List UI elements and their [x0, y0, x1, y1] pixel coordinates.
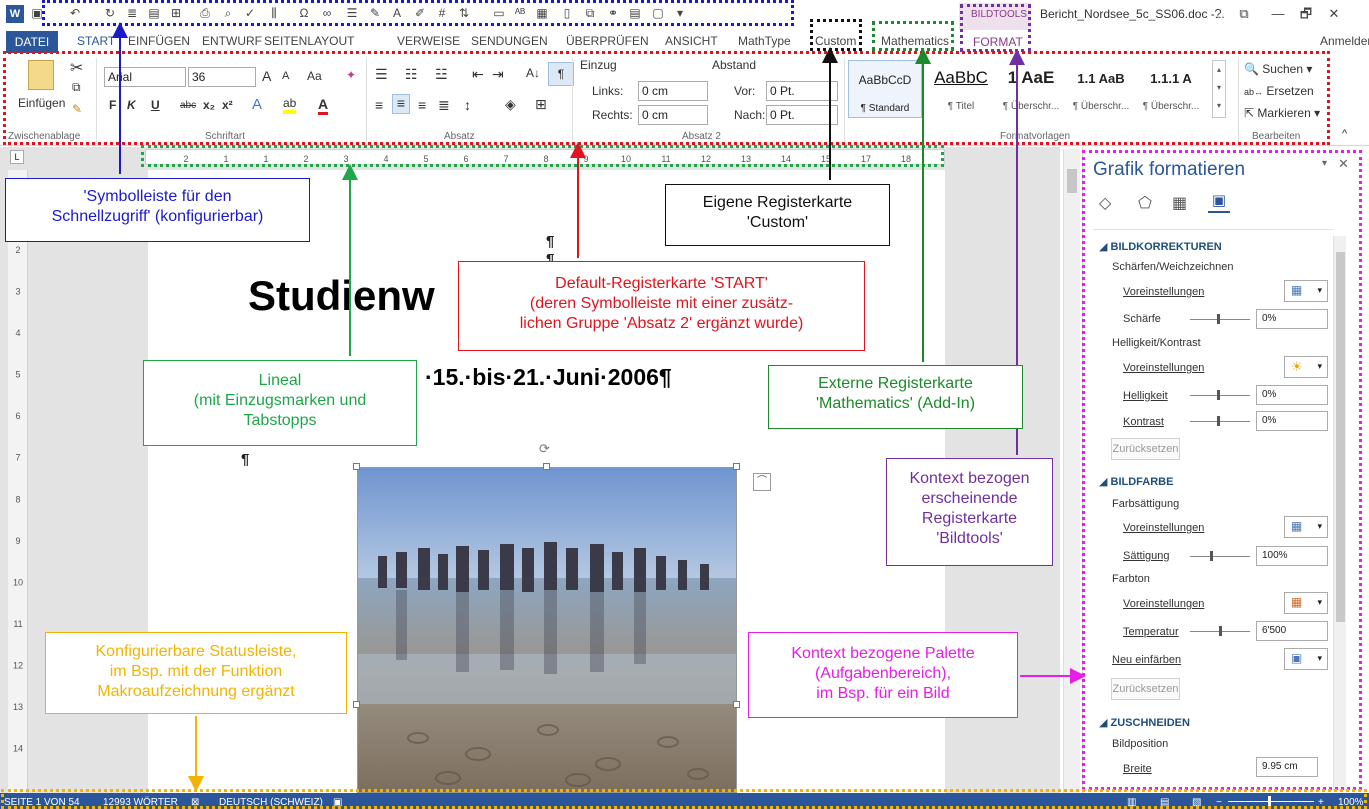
callout-bildtools: Kontext bezogen erscheinende Registerkar… — [886, 458, 1053, 566]
callout-mathematics: Externe Registerkarte 'Mathematics' (Add… — [768, 365, 1023, 429]
callout-start: Default-Registerkarte 'START' (deren Sym… — [458, 261, 865, 351]
callout-qat: 'Symbolleiste für den Schnellzugriff' (k… — [5, 178, 310, 242]
callout-custom: Eigene Registerkarte 'Custom' — [665, 184, 890, 246]
callout-statusleiste: Konfigurierbare Statusleiste, im Bsp. mi… — [45, 632, 347, 714]
callout-palette: Kontext bezogene Palette (Aufgabenbereic… — [748, 632, 1018, 718]
callout-lineal: Lineal (mit Einzugsmarken und Tabstopps — [143, 360, 417, 446]
